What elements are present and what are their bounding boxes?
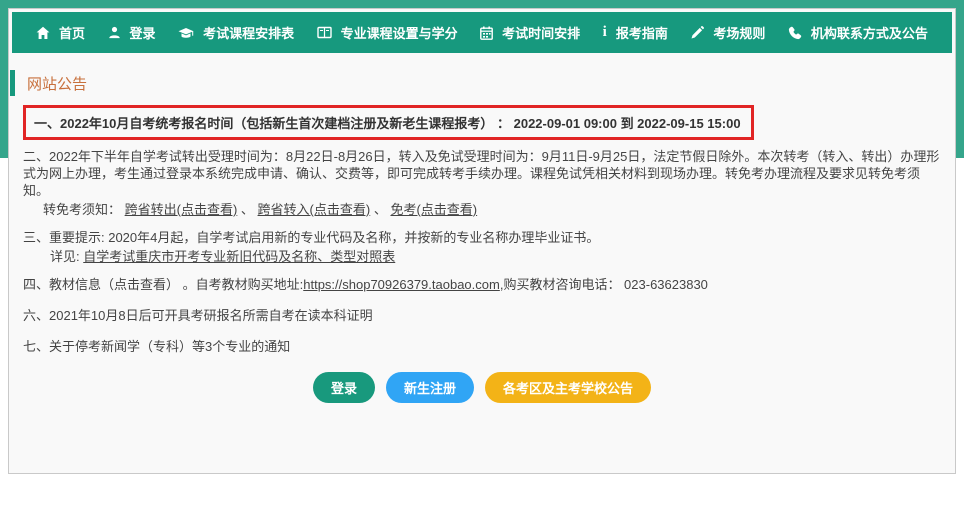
announcement-item-2-text: 二、2022年下半年自学考试转出受理时间为：8月22日-8月26日，转入及免试受… <box>23 149 940 198</box>
new-student-register-button[interactable]: 新生注册 <box>385 372 474 403</box>
nav-item-label: 考场规则 <box>713 26 766 41</box>
announcement-item-7-text: 七、关于停考新闻学（专科）等3个专业的通知 <box>23 339 291 354</box>
home-icon <box>36 26 50 40</box>
nav-item-label: 首页 <box>59 26 86 41</box>
nav-item-exam-room-rules[interactable]: 考场规则 <box>690 23 765 42</box>
announcements-content: 一、2022年10月自考统考报名时间（包括新生首次建档注册及新老生课程报考） ：… <box>10 96 955 403</box>
nav-item-contact-notices[interactable]: 机构联系方式及公告 <box>788 23 928 42</box>
nav-item-label: 机构联系方式及公告 <box>810 26 928 41</box>
main-nav: 首页 登录 考试课程安排表 专业课程设置与学分 考试时间安排 i 报考指南 考场… <box>12 12 952 53</box>
exemption-link[interactable]: 免考(点击查看) <box>390 202 477 217</box>
announcement-item-4-text: 四、教材信息（点击查看） 。自考教材购买地址: <box>23 277 304 292</box>
announcement-item-2: 二、2022年下半年自学考试转出受理时间为：8月22日-8月26日，转入及免试受… <box>23 148 941 218</box>
action-buttons: 登录 新生注册 各考区及主考学校公告 <box>23 372 941 403</box>
announcement-item-1-highlight: 一、2022年10月自考统考报名时间（包括新生首次建档注册及新老生课程报考） ：… <box>23 105 754 140</box>
nav-item-label: 考试时间安排 <box>502 26 581 41</box>
announcement-item-4: 四、教材信息（点击查看） 。自考教材购买地址:https://shop70926… <box>23 276 941 293</box>
announcement-item-3-detail: 详见: 自学考试重庆市开考专业新旧代码及名称、类型对照表 <box>23 248 941 265</box>
calendar-icon <box>480 26 494 40</box>
announcement-item-3: 三、重要提示: 2020年4月起，自学考试启用新的专业代码及名称，并按新的专业名… <box>23 229 941 265</box>
nav-item-exam-time-schedule[interactable]: 考试时间安排 <box>480 23 580 42</box>
major-code-table-link[interactable]: 自学考试重庆市开考专业新旧代码及名称、类型对照表 <box>83 249 395 264</box>
login-button[interactable]: 登录 <box>312 372 375 403</box>
nav-item-major-course-credits[interactable]: 专业课程设置与学分 <box>316 23 458 42</box>
title-accent-bar <box>10 70 15 96</box>
announcement-item-6-text: 六、2021年10月8日后可开具考研报名所需自考在读本科证明 <box>23 308 373 323</box>
transfer-out-link[interactable]: 跨省转出(点击查看) <box>125 202 238 217</box>
taobao-shop-link[interactable]: https://shop70926379.taobao.com <box>303 277 500 292</box>
separator: 、 <box>240 202 258 217</box>
user-icon <box>108 26 121 39</box>
nav-item-label: 专业课程设置与学分 <box>340 26 458 41</box>
phone-icon <box>788 26 802 40</box>
info-icon: i <box>602 24 607 40</box>
nav-item-application-guide[interactable]: i 报考指南 <box>603 23 668 42</box>
announcements-section: 网站公告 一、2022年10月自考统考报名时间（包括新生首次建档注册及新老生课程… <box>9 70 955 403</box>
nav-item-home[interactable]: 首页 <box>36 23 85 42</box>
book-icon <box>316 26 332 39</box>
announcement-item-6: 六、2021年10月8日后可开具考研报名所需自考在读本科证明 <box>23 307 941 324</box>
separator: 、 <box>373 202 391 217</box>
announcement-item-4-suffix: ,购买教材咨询电话： 023-63623830 <box>499 277 708 292</box>
detail-label: 详见: <box>50 249 84 264</box>
page-title-text: 网站公告 <box>27 75 88 93</box>
announcement-item-2-note: 转免考须知： 跨省转出(点击查看) 、 跨省转入(点击查看) 、 免考(点击查看… <box>23 201 941 218</box>
transfer-in-link[interactable]: 跨省转入(点击查看) <box>258 202 371 217</box>
nav-item-label: 登录 <box>129 26 156 41</box>
nav-item-label: 报考指南 <box>615 26 668 41</box>
exam-district-notices-button[interactable]: 各考区及主考学校公告 <box>485 372 652 403</box>
graduation-cap-icon <box>178 26 194 40</box>
pencil-icon <box>690 25 705 40</box>
announcement-item-7: 七、关于停考新闻学（专科）等3个专业的通知 <box>23 338 941 355</box>
page-title: 网站公告 <box>10 70 955 96</box>
announcement-item-1-text: 一、2022年10月自考统考报名时间（包括新生首次建档注册及新老生课程报考） ：… <box>34 116 741 131</box>
content-card: 首页 登录 考试课程安排表 专业课程设置与学分 考试时间安排 i 报考指南 考场… <box>8 8 956 474</box>
nav-item-exam-course-schedule[interactable]: 考试课程安排表 <box>178 23 294 42</box>
nav-item-label: 考试课程安排表 <box>203 26 295 41</box>
nav-item-login[interactable]: 登录 <box>108 23 156 42</box>
announcement-item-3-text: 三、重要提示: 2020年4月起，自学考试启用新的专业代码及名称，并按新的专业名… <box>23 230 600 245</box>
transfer-note-label: 转免考须知： <box>43 202 125 217</box>
